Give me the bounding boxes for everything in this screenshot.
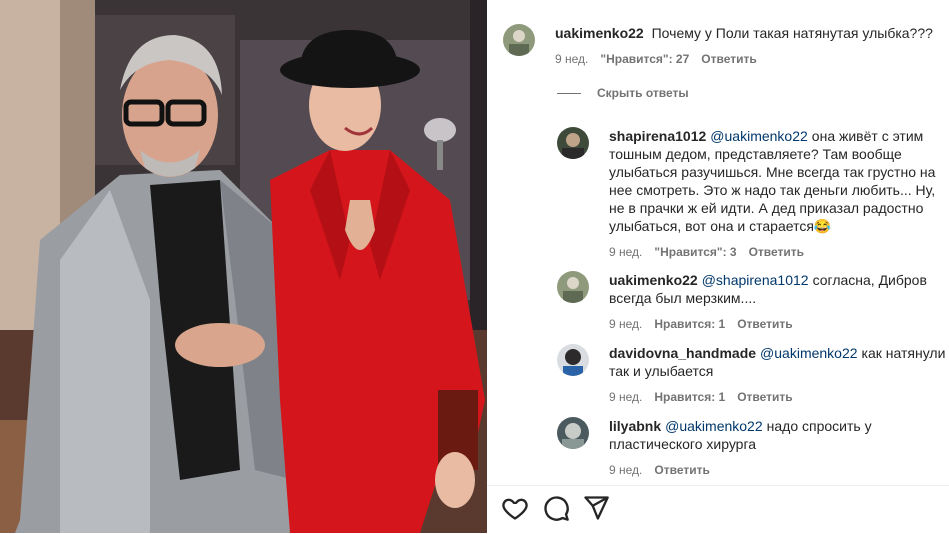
reply-button[interactable]: Ответить: [701, 50, 756, 68]
reply-text-line: как натянули: [861, 345, 946, 361]
reply-text-line: она живёт с этим: [811, 128, 924, 144]
comment-text: Почему у Поли такая натянутая улыбка???: [651, 25, 933, 41]
reply-text-line: надо спросить у: [766, 418, 872, 434]
reply-mention[interactable]: @uakimenko22: [710, 128, 808, 144]
comment-username[interactable]: uakimenko22: [555, 25, 644, 41]
divider: [557, 92, 581, 94]
reply-mention[interactable]: @shapirena1012: [702, 272, 809, 288]
reply-likes[interactable]: Нравится: 1: [654, 315, 725, 333]
reply-item: davidovna_handmade @uakimenko22 как натяну…: [557, 344, 949, 406]
comment-item: uakimenko22 Почему у Поли такая натянута…: [503, 24, 935, 68]
comments-list[interactable]: uakimenko22 Почему у Поли такая натянута…: [487, 0, 949, 485]
avatar[interactable]: [557, 271, 589, 303]
heart-icon[interactable]: [501, 494, 529, 522]
reply-button[interactable]: Ответить: [654, 461, 709, 479]
reply-time[interactable]: 9 нед.: [609, 461, 642, 479]
reply-item: uakimenko22 @shapirena1012 согласна, Дибро…: [557, 271, 939, 333]
hide-replies-label: Скрыть ответы: [597, 86, 689, 100]
reply-text-line: улыбаться, вот она и старается😂: [609, 218, 832, 234]
reply-button[interactable]: Ответить: [737, 388, 792, 406]
reply-username[interactable]: uakimenko22: [609, 272, 698, 288]
reply-likes[interactable]: "Нравится": 3: [654, 243, 736, 261]
comment-time[interactable]: 9 нед.: [555, 50, 588, 68]
reply-username[interactable]: davidovna_handmade: [609, 345, 756, 361]
reply-button[interactable]: Ответить: [749, 243, 804, 261]
reply-text-line: всегда был мерзким....: [609, 290, 757, 306]
reply-button[interactable]: Ответить: [737, 315, 792, 333]
avatar[interactable]: [557, 344, 589, 376]
reply-text-line: нее смотреть. Это ж надо так деньги люби…: [609, 182, 936, 198]
reply-item: shapirena1012 @uakimenko22 она живёт с эти…: [557, 127, 939, 261]
reply-time[interactable]: 9 нед.: [609, 243, 642, 261]
reply-mention[interactable]: @uakimenko22: [760, 345, 858, 361]
paper-plane-icon[interactable]: [582, 494, 610, 522]
reply-text-line: пластического хирурга: [609, 436, 757, 452]
avatar[interactable]: [557, 127, 589, 159]
reply-item: lilyabnk @uakimenko22 надо спросить у плас…: [557, 417, 939, 479]
comment-bubble-icon[interactable]: [542, 494, 570, 522]
reply-text-line: не в прачки ж ей идти. А дед приказал ра…: [609, 200, 924, 216]
reply-time[interactable]: 9 нед.: [609, 315, 642, 333]
reply-username[interactable]: shapirena1012: [609, 128, 706, 144]
avatar[interactable]: [557, 417, 589, 449]
reply-text-line: улыбаться разучишься. Мне всегда так гру…: [609, 164, 936, 180]
reply-text-line: согласна, Дибров: [812, 272, 927, 288]
post-action-bar: [487, 485, 949, 534]
reply-mention[interactable]: @uakimenko22: [665, 418, 763, 434]
reply-likes[interactable]: Нравится: 1: [654, 388, 725, 406]
comments-panel: uakimenko22 Почему у Поли такая натянута…: [487, 0, 949, 533]
reply-time[interactable]: 9 нед.: [609, 388, 642, 406]
post-photo[interactable]: [0, 0, 487, 533]
photo-illustration: [0, 0, 487, 533]
comment-likes[interactable]: "Нравится": 27: [600, 50, 689, 68]
reply-text-line: тошным дедом, представляете? Там вообще: [609, 146, 902, 162]
hide-replies-button[interactable]: Скрыть ответы: [557, 86, 689, 100]
reply-username[interactable]: lilyabnk: [609, 418, 661, 434]
reply-text-line: так и улыбается: [609, 363, 714, 379]
avatar[interactable]: [503, 24, 535, 56]
